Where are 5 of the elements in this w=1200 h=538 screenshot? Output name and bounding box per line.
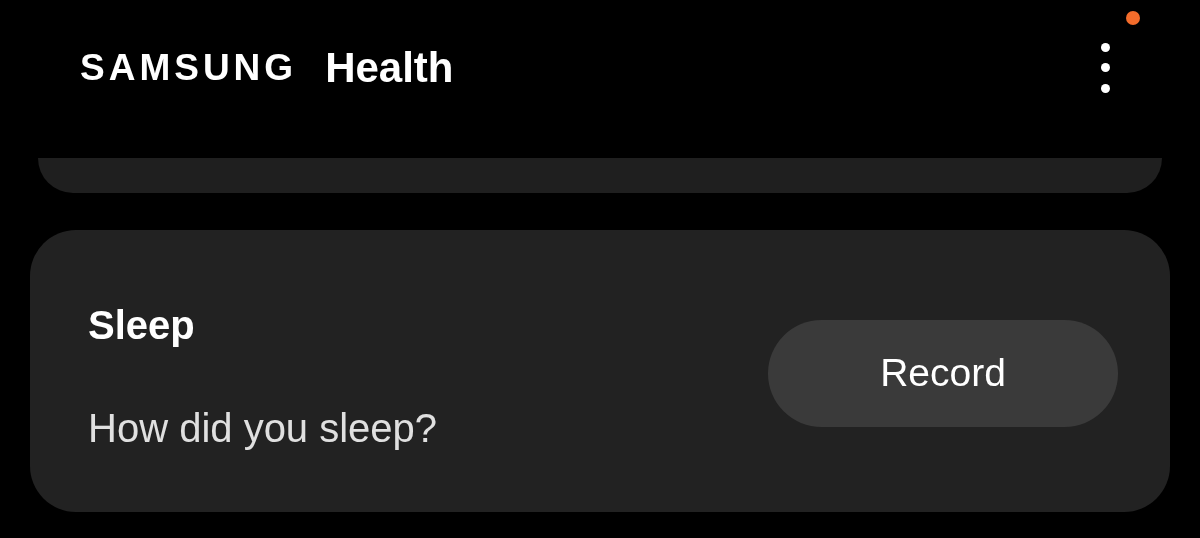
app-title: Health [325,43,454,92]
brand-logo: SAMSUNG [80,46,298,89]
card-prompt: How did you sleep? [88,406,439,451]
record-button[interactable]: Record [768,319,1118,427]
card-title: Sleep [88,303,196,348]
